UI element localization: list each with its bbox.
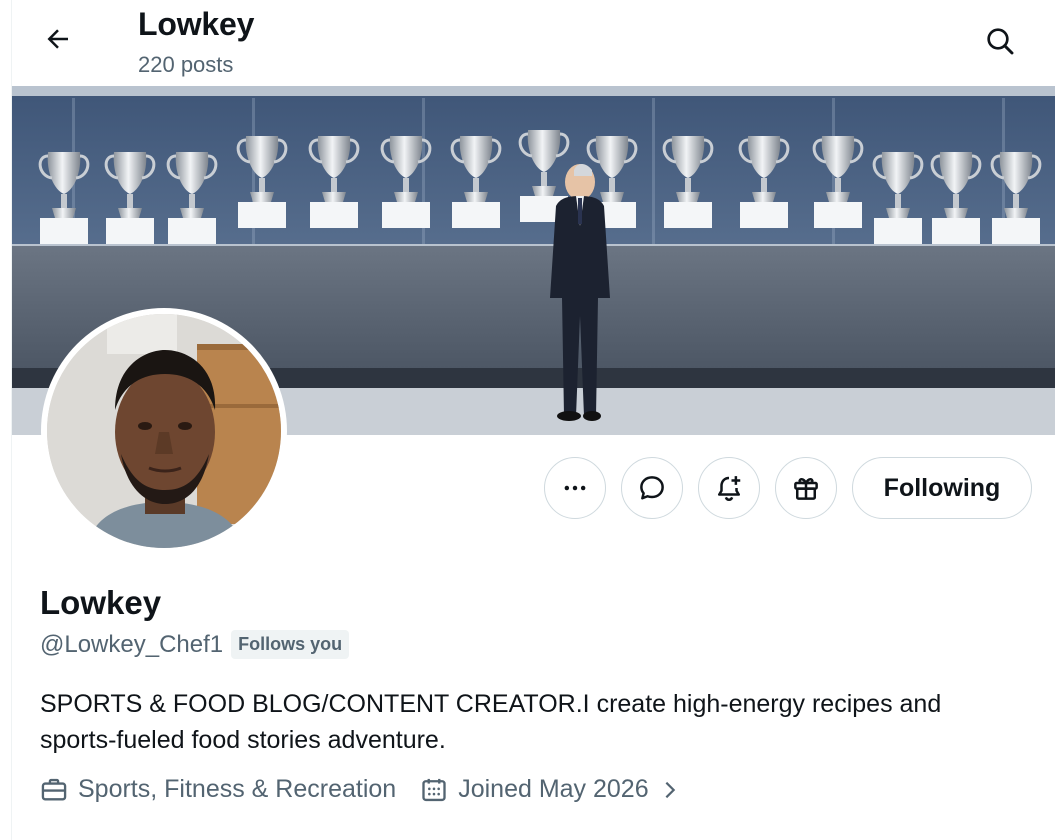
avatar-photo xyxy=(47,314,281,548)
calendar-icon xyxy=(422,778,446,801)
post-count: 220 posts xyxy=(138,52,234,77)
header-title: Lowkey xyxy=(138,6,255,42)
profile-avatar[interactable] xyxy=(41,308,287,554)
briefcase-icon xyxy=(41,778,67,800)
profile-meta: Sports, Fitness & Recreation Joined May … xyxy=(40,775,681,804)
bell-plus-icon xyxy=(718,476,741,502)
search-button[interactable] xyxy=(978,19,1022,63)
message-icon xyxy=(640,476,664,500)
message-button[interactable] xyxy=(621,457,683,519)
more-button[interactable] xyxy=(544,457,606,519)
display-name: Lowkey xyxy=(40,584,162,621)
arrow-left-icon xyxy=(47,29,68,49)
notify-button[interactable] xyxy=(698,457,760,519)
avatar-image xyxy=(47,314,281,548)
gift-button[interactable] xyxy=(775,457,837,519)
follows-you-badge: Follows you xyxy=(231,630,350,659)
category-item: Sports, Fitness & Recreation xyxy=(40,775,396,804)
search-icon xyxy=(987,28,1014,55)
gift-icon xyxy=(794,478,818,500)
category-label: Sports, Fitness & Recreation xyxy=(78,775,397,803)
profile-header: Lowkey 220 posts xyxy=(12,0,1055,86)
joined-label: Joined May 2026 xyxy=(458,775,649,803)
user-handle: @Lowkey_Chef1 xyxy=(40,630,224,658)
chevron-right-icon xyxy=(665,781,675,798)
joined-item[interactable]: Joined May 2026 xyxy=(420,775,680,804)
more-horizontal-icon xyxy=(564,485,586,491)
profile-bio: SPORTS & FOOD BLOG/CONTENT CREATOR.I cre… xyxy=(40,690,942,754)
following-button[interactable]: Following xyxy=(852,457,1032,519)
handle-row: @Lowkey_Chef1 Follows you xyxy=(40,630,350,659)
back-button[interactable] xyxy=(38,19,78,59)
